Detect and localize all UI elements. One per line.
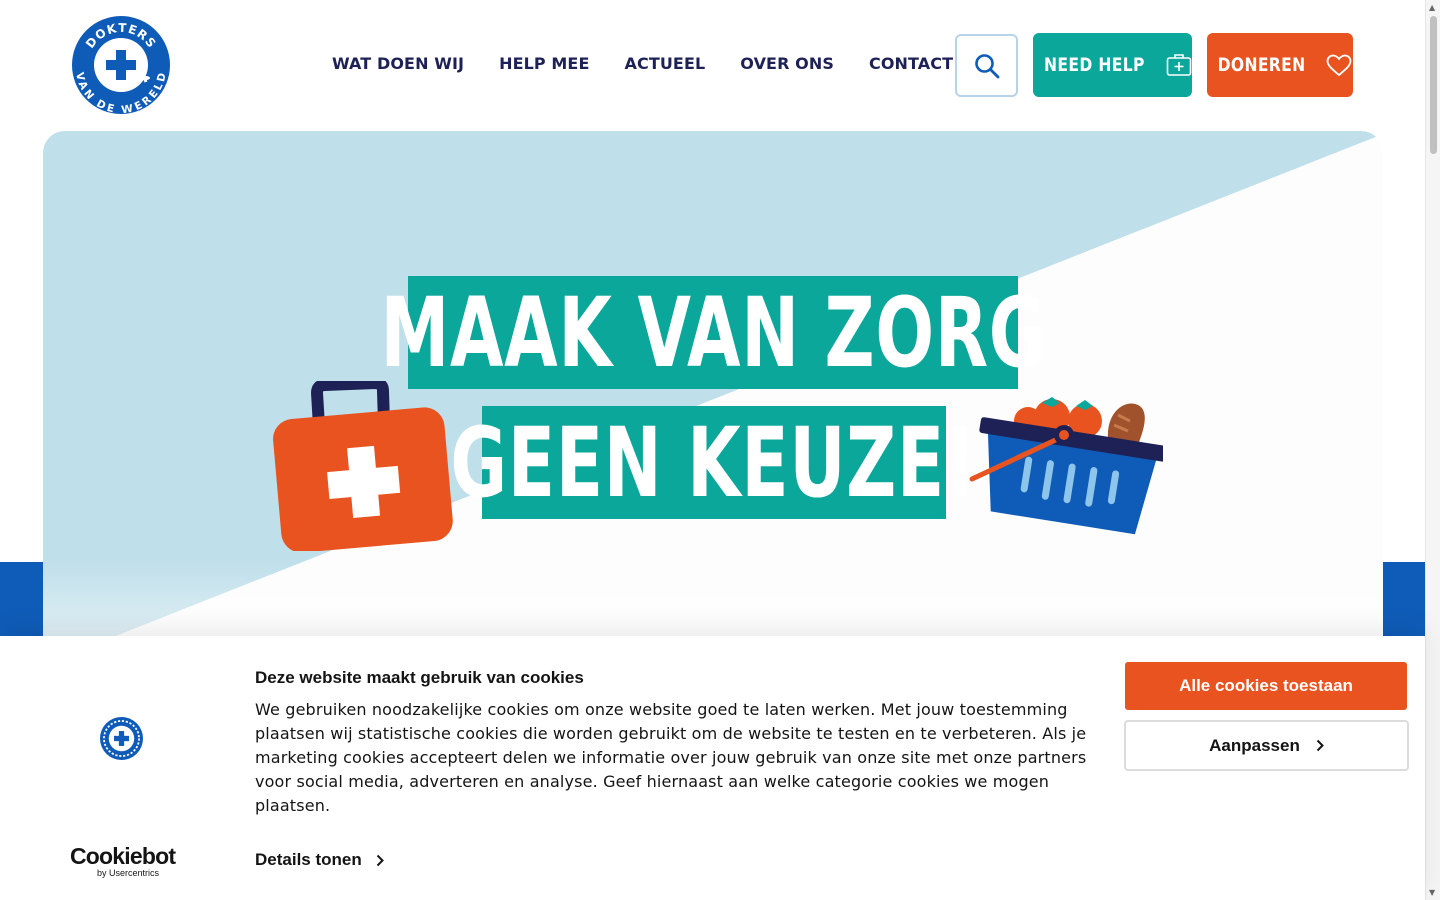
scroll-up-arrow-icon[interactable]: ▲ [1429,3,1435,12]
nav-item-over-ons[interactable]: OVER ONS [740,54,834,73]
page-scrollbar[interactable]: ▲ ▼ [1425,0,1440,900]
donate-button[interactable]: DONEREN [1207,33,1353,97]
donate-label: DONEREN [1218,54,1306,76]
site-logo[interactable]: DOKTERS VAN DE WERELD [72,16,170,116]
hero-headline-line2: GEEN KEUZE! [450,406,978,519]
hero-headline-line1: MAAK VAN ZORG [380,276,1046,389]
cookie-banner-logo-icon [100,717,143,760]
cookiebot-subtitle: by Usercentrics [97,868,160,878]
hero-side-band-right [1383,562,1425,642]
scrollbar-thumb[interactable] [1430,16,1437,154]
search-icon [974,53,999,78]
cookie-banner-title: Deze website maakt gebruik van cookies [255,668,584,687]
nav-item-wat-doen-wij[interactable]: WAT DOEN WIJ [332,54,464,73]
shopping-basket-illustration [969,397,1163,535]
site-header: DOKTERS VAN DE WERELD WAT DOEN WIJ HELP … [0,0,1425,130]
cookiebot-logo[interactable]: Cookiebot by Usercentrics [70,843,176,878]
nav-item-actueel[interactable]: ACTUEEL [625,54,706,73]
cookiebot-wordmark: Cookiebot [70,843,176,869]
customize-cookies-label: Aanpassen [1209,735,1300,755]
details-toggle[interactable]: Details tonen [255,850,384,870]
need-help-label: NEED HELP [1044,54,1145,76]
scroll-down-arrow-icon[interactable]: ▼ [1429,888,1435,897]
allow-all-cookies-button[interactable]: Alle cookies toestaan [1125,662,1407,710]
dokters-van-de-wereld-logo-icon: DOKTERS VAN DE WERELD [72,16,170,116]
chevron-right-icon [1316,739,1324,752]
first-aid-kit-illustration [273,381,453,551]
need-help-button[interactable]: NEED HELP [1033,33,1192,97]
main-nav: WAT DOEN WIJ HELP MEE ACTUEEL OVER ONS C… [332,54,953,73]
search-button[interactable] [955,34,1018,97]
nav-item-contact[interactable]: CONTACT [869,54,953,73]
nav-item-help-mee[interactable]: HELP MEE [499,54,589,73]
details-toggle-label: Details tonen [255,850,362,869]
hero-banner[interactable]: MAAK VAN ZORG GEEN KEUZE! [43,131,1383,641]
hero-side-band-left [0,562,44,642]
cookie-banner-body: We gebruiken noodzakelijke cookies om on… [255,700,1087,815]
heart-icon [1326,54,1351,76]
first-aid-kit-icon [1166,54,1192,76]
customize-cookies-button[interactable]: Aanpassen [1124,720,1409,771]
cookie-banner: Cookiebot by Usercentrics Deze website m… [0,636,1425,900]
chevron-right-icon [376,854,384,866]
